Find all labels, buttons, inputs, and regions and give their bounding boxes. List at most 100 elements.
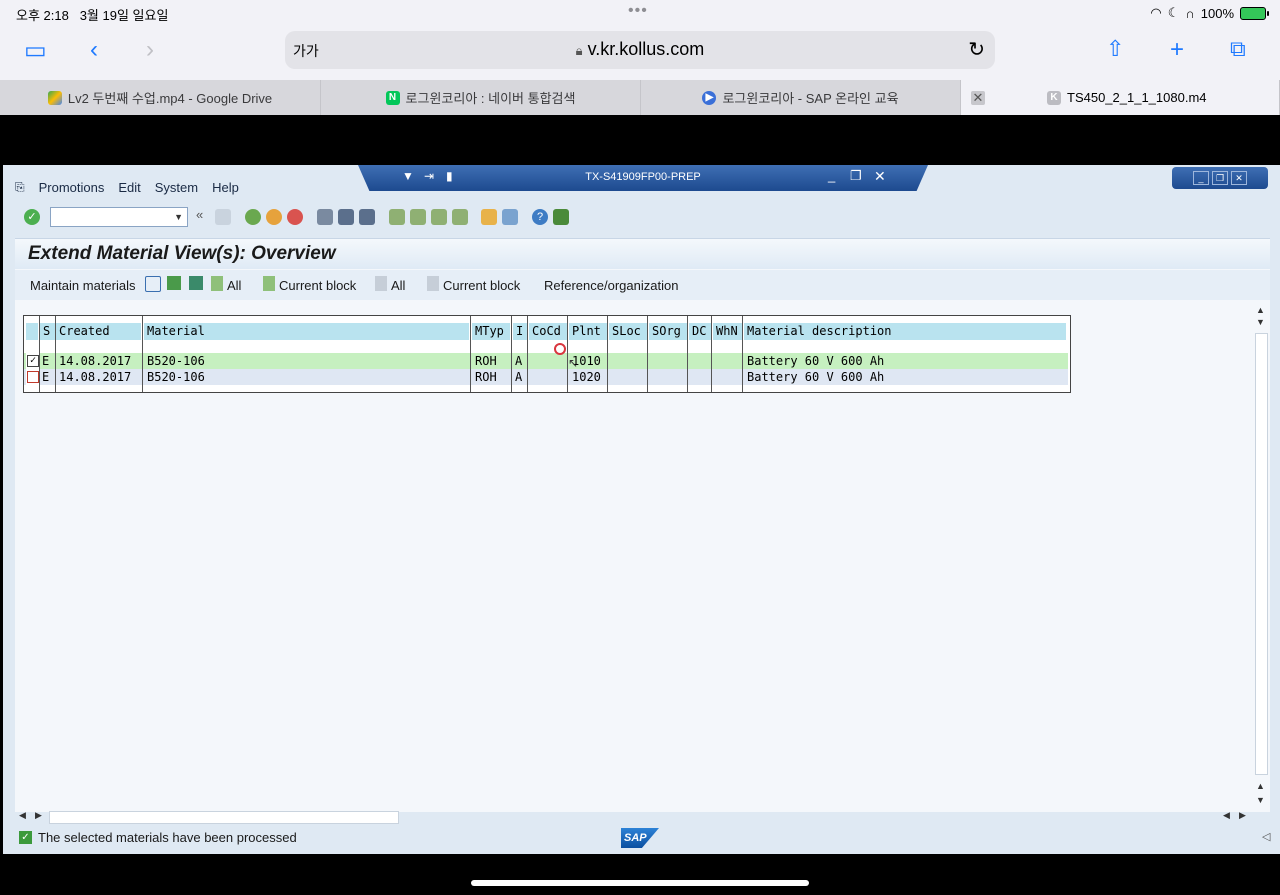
find-next-icon[interactable] xyxy=(359,209,375,225)
back-icon[interactable] xyxy=(245,209,261,225)
status-expand-icon[interactable]: ◁ xyxy=(1262,830,1270,843)
scroll-up-icon[interactable]: ▲ xyxy=(1256,305,1265,315)
minimize-icon[interactable]: _ xyxy=(828,168,835,183)
select-current-block-button[interactable]: Current block xyxy=(279,278,356,293)
tabs-overview-icon[interactable]: ⧉ xyxy=(1230,36,1246,62)
column-header-description[interactable]: Material description xyxy=(744,323,1066,340)
column-header-created[interactable]: Created xyxy=(56,323,141,340)
enter-check-icon[interactable]: ✓ xyxy=(24,209,40,225)
close-icon[interactable]: ✕ xyxy=(1231,171,1247,185)
row-status: E xyxy=(42,353,50,369)
find-icon[interactable] xyxy=(338,209,354,225)
click-indicator-icon xyxy=(554,343,566,355)
new-tab-icon[interactable]: + xyxy=(1170,36,1184,64)
tab-sap-education[interactable]: ▶ 로그윈코리아 - SAP 온라인 교육 xyxy=(641,80,961,115)
deselect-all-icon[interactable] xyxy=(375,276,387,291)
select-block-icon[interactable] xyxy=(263,276,275,291)
previous-page-icon[interactable] xyxy=(410,209,426,225)
deselect-all-button[interactable]: All xyxy=(391,278,405,293)
help-icon[interactable]: ? xyxy=(532,209,548,225)
column-header-s[interactable]: S xyxy=(40,323,55,340)
tab-google-drive[interactable]: Lv2 두번째 수업.mp4 - Google Drive xyxy=(0,80,321,115)
deselect-current-block-button[interactable]: Current block xyxy=(443,278,520,293)
select-all-button[interactable]: All xyxy=(227,278,241,293)
delete-icon[interactable] xyxy=(145,276,161,292)
row-plnt: 1020 xyxy=(572,369,601,385)
scroll-left-icon[interactable]: ◀ xyxy=(19,810,26,821)
url-text: v.kr.kollus.com xyxy=(587,39,705,59)
forward-icon[interactable]: › xyxy=(146,36,154,64)
headphones-icon: ∩ xyxy=(1185,5,1195,21)
sidebar-icon[interactable]: ▭ xyxy=(24,36,47,65)
create-session-icon[interactable] xyxy=(481,209,497,225)
column-header-dc[interactable]: DC xyxy=(689,323,711,340)
scroll-thumb[interactable] xyxy=(49,811,399,824)
column-header-i[interactable]: I xyxy=(513,323,527,340)
scroll-right-icon[interactable]: ▶ xyxy=(35,810,42,821)
save-icon[interactable] xyxy=(215,209,231,225)
tab-naver[interactable]: N 로그윈코리아 : 네이버 통합검색 xyxy=(321,80,641,115)
sap-title-band: ▼ ⇥ ▮ TX-S41909FP00-PREP _ ❐ ✕ xyxy=(358,165,928,191)
row-select-checkbox[interactable]: ✓ xyxy=(27,355,39,367)
minimize-icon[interactable]: _ xyxy=(1193,171,1209,185)
horizontal-scrollbar[interactable]: ◀ ▶ ◀ ▶ xyxy=(7,810,1262,824)
vertical-scrollbar[interactable]: ▲ ▼ ▲ ▼ xyxy=(1252,299,1270,812)
menu-edit[interactable]: Edit xyxy=(118,180,140,195)
column-header-cocd[interactable]: CoCd xyxy=(529,323,567,340)
tab-video-active[interactable]: ✕ K TS450_2_1_1_1080.m4 xyxy=(961,80,1280,115)
select-all-icon[interactable] xyxy=(211,276,223,291)
customize-layout-icon[interactable] xyxy=(553,209,569,225)
play-icon: ▶ xyxy=(702,90,717,105)
column-header-material[interactable]: Material xyxy=(144,323,469,340)
column-header-whn[interactable]: WhN xyxy=(713,323,742,340)
close-tab-icon[interactable]: ✕ xyxy=(971,90,985,105)
scroll-right-icon[interactable]: ▶ xyxy=(1239,810,1246,821)
next-page-icon[interactable] xyxy=(431,209,447,225)
collapse-icon[interactable]: « xyxy=(196,207,203,222)
row-description: Battery 60 V 600 Ah xyxy=(747,353,885,369)
column-header-mtyp[interactable]: MTyp xyxy=(472,323,510,340)
page-title-bar: Extend Material View(s): Overview xyxy=(15,239,1270,269)
success-check-icon: ✓ xyxy=(19,831,32,844)
select-block-icon[interactable] xyxy=(167,276,181,290)
deselect-block-icon[interactable] xyxy=(427,276,439,291)
row-material: B520-106 xyxy=(147,353,205,369)
menu-help[interactable]: Help xyxy=(212,180,239,195)
print-icon[interactable] xyxy=(317,209,333,225)
row-select-checkbox[interactable] xyxy=(27,371,39,383)
multitasking-dots-icon[interactable]: ••• xyxy=(628,2,648,20)
chevron-down-icon[interactable]: ▼ xyxy=(174,212,183,222)
cancel-icon[interactable] xyxy=(287,209,303,225)
scroll-up-icon[interactable]: ▲ xyxy=(1256,781,1265,791)
column-header-plnt[interactable]: Plnt xyxy=(569,323,607,340)
google-drive-icon xyxy=(47,90,62,105)
address-bar[interactable]: 가가 🔒︎ v.kr.kollus.com ↻ xyxy=(285,31,995,69)
column-header-sorg[interactable]: SOrg xyxy=(649,323,687,340)
exit-icon[interactable] xyxy=(266,209,282,225)
scroll-down-icon[interactable]: ▼ xyxy=(1256,795,1265,805)
menu-system[interactable]: System xyxy=(155,180,198,195)
menu-promotions[interactable]: Promotions xyxy=(39,180,105,195)
filter-icon[interactable] xyxy=(189,276,203,290)
restore-icon[interactable]: ❐ xyxy=(850,168,862,184)
reload-icon[interactable]: ↻ xyxy=(968,37,985,62)
maximize-icon[interactable]: ❐ xyxy=(1212,171,1228,185)
last-page-icon[interactable] xyxy=(452,209,468,225)
reference-organization-button[interactable]: Reference/organization xyxy=(544,278,678,293)
row-material: B520-106 xyxy=(147,369,205,385)
materials-table: S Created Material MTyp I CoCd Plnt SLoc… xyxy=(23,315,1071,393)
close-icon[interactable]: ✕ xyxy=(874,168,886,185)
first-page-icon[interactable] xyxy=(389,209,405,225)
column-header-sloc[interactable]: SLoc xyxy=(609,323,647,340)
scroll-thumb[interactable] xyxy=(1255,333,1268,775)
home-indicator[interactable] xyxy=(471,880,809,886)
scroll-down-icon[interactable]: ▼ xyxy=(1256,317,1265,327)
maintain-materials-button[interactable]: Maintain materials xyxy=(30,278,136,293)
menu-icon[interactable]: ⎘ xyxy=(15,180,25,195)
share-icon[interactable]: ⇧ xyxy=(1106,36,1124,62)
scroll-left-icon[interactable]: ◀ xyxy=(1223,810,1230,821)
row-mtyp: ROH xyxy=(475,353,497,369)
command-field[interactable]: ▼ xyxy=(50,207,188,227)
shortcut-icon[interactable] xyxy=(502,209,518,225)
back-icon[interactable]: ‹ xyxy=(90,36,98,64)
